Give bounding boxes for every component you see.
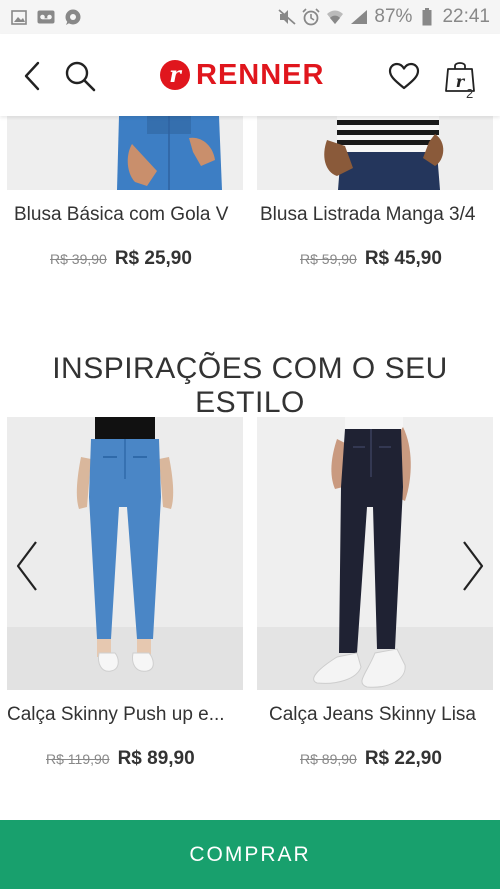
clock: 22:41	[442, 6, 490, 27]
app-header: r RENNER r 2	[0, 34, 500, 116]
chevron-left-icon	[16, 541, 37, 591]
current-price: R$ 25,90	[114, 248, 192, 269]
current-price: R$ 22,90	[364, 748, 442, 769]
old-price: R$ 119,90	[46, 751, 110, 767]
product-photo	[7, 417, 243, 690]
current-price: R$ 45,90	[364, 248, 442, 269]
status-notifications	[10, 9, 82, 25]
product-name[interactable]: Calça Jeans Skinny Lisa	[269, 704, 493, 726]
carousel-next-button[interactable]	[458, 536, 488, 596]
price-row: R$ 89,90 R$ 22,90	[300, 748, 442, 770]
status-bar: 87% 22:41	[0, 0, 500, 34]
search-button[interactable]	[60, 56, 100, 96]
wifi-icon	[326, 9, 344, 25]
product-name[interactable]: Calça Skinny Push up e...	[7, 704, 243, 726]
product-photo	[7, 116, 243, 190]
alarm-icon	[302, 8, 320, 26]
logo-badge: r	[160, 60, 190, 90]
product-name[interactable]: Blusa Básica com Gola V	[14, 204, 244, 226]
shopping-bag-button[interactable]: r	[440, 56, 480, 96]
battery-percent: 87%	[374, 6, 413, 27]
logo-text: RENNER	[196, 58, 325, 91]
price-row: R$ 59,90 R$ 45,90	[300, 248, 442, 270]
old-price: R$ 59,90	[300, 251, 357, 267]
signal-icon	[350, 9, 368, 25]
svg-text:r: r	[456, 72, 466, 91]
carousel-prev-button[interactable]	[12, 536, 42, 596]
chevron-right-icon	[463, 541, 484, 591]
battery-icon	[418, 8, 436, 26]
bag-count-badge: 2	[466, 86, 474, 101]
buy-button[interactable]: COMPRAR	[0, 820, 500, 889]
renner-logo[interactable]: r RENNER	[160, 58, 324, 92]
voicemail-icon	[37, 9, 55, 25]
section-title: INSPIRAÇÕES COM O SEU ESTILO	[52, 352, 448, 419]
old-price: R$ 39,90	[50, 251, 107, 267]
price-row: R$ 119,90 R$ 89,90	[46, 748, 195, 770]
search-icon	[65, 61, 96, 92]
status-system: 87% 22:41	[278, 6, 490, 28]
old-price: R$ 89,90	[300, 751, 357, 767]
price-row: R$ 39,90 R$ 25,90	[50, 248, 192, 270]
heart-icon	[388, 62, 420, 90]
product-name[interactable]: Blusa Listrada Manga 3/4	[260, 204, 496, 226]
product-image-calca-skinny-push-up[interactable]	[7, 417, 243, 690]
current-price: R$ 89,90	[117, 748, 195, 769]
product-image-blusa-listrada[interactable]	[257, 116, 493, 190]
product-image-blusa-basica[interactable]	[7, 116, 243, 190]
product-photo	[257, 116, 493, 190]
chevron-left-icon	[24, 61, 40, 91]
favorites-button[interactable]	[384, 56, 424, 96]
image-icon	[10, 9, 28, 25]
mute-icon	[278, 9, 297, 25]
back-button[interactable]	[12, 56, 52, 96]
whatsapp-icon	[64, 9, 82, 25]
